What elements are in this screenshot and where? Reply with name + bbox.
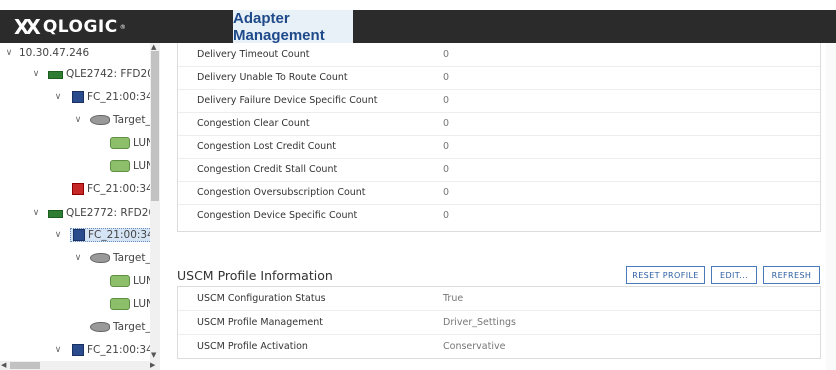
scroll-right-icon[interactable]: ▶	[150, 361, 155, 369]
table-row: Delivery Unable To Route Count 0	[178, 66, 820, 90]
uscm-field-value: Conservative	[443, 341, 506, 352]
tree-node-target[interactable]: ∨ Target_2	[72, 248, 158, 268]
tree-node-port[interactable]: FC_21:00:34:80	[72, 179, 160, 199]
stat-name: Congestion Oversubscription Count	[197, 187, 366, 198]
edit-button[interactable]: EDIT...	[711, 266, 757, 284]
stat-value: 0	[443, 72, 450, 83]
fc-port-error-icon	[72, 183, 84, 195]
uscm-field-value: Driver_Settings	[443, 317, 516, 328]
chevron-down-icon[interactable]: ∨	[52, 92, 64, 102]
tree-node-port-selected[interactable]: ∨ FC_21:00:34:80	[52, 225, 160, 245]
app-title-tab[interactable]: Adapter Management	[233, 10, 353, 44]
tree-node-lun[interactable]: LUN	[110, 156, 154, 176]
tree-node-label: 10.30.47.246	[19, 47, 90, 59]
table-row: Delivery Timeout Count 0	[178, 43, 820, 67]
uscm-field-name: USCM Profile Activation	[197, 341, 308, 352]
tree-hscroll-thumb[interactable]	[10, 362, 40, 369]
uscm-field-value: True	[443, 293, 464, 304]
chevron-down-icon[interactable]: ∨	[72, 115, 84, 125]
tree-vertical-scrollbar[interactable]: ▲ ▼	[150, 43, 160, 361]
top-header-bar: XX QLOGIC ®	[0, 10, 836, 43]
tree-node-label: QLE2742: FFD2024	[66, 68, 160, 80]
stat-value: 0	[443, 49, 450, 60]
statistics-table: Delivery Timeout Count 0 Delivery Unable…	[177, 43, 821, 232]
lun-icon	[110, 137, 130, 149]
chevron-down-icon[interactable]: ∨	[3, 48, 15, 58]
tree-scroll-thumb[interactable]	[151, 51, 159, 201]
table-row: Congestion Lost Credit Count 0	[178, 135, 820, 159]
tree-node-target[interactable]: Target_2	[90, 317, 157, 337]
reset-profile-button[interactable]: RESET PROFILE	[626, 266, 705, 284]
lun-icon	[110, 298, 130, 310]
stat-value: 0	[443, 210, 450, 221]
uscm-profile-table: USCM Configuration Status True USCM Prof…	[177, 286, 821, 359]
tree-node-adapter[interactable]: ∨ QLE2772: RFD2030	[30, 203, 160, 223]
tree-node-port[interactable]: ∨ FC_21:00:34:80	[52, 340, 160, 360]
tree-node-label: QLE2772: RFD2030	[66, 207, 160, 219]
table-row: Delivery Failure Device Specific Count 0	[178, 89, 820, 113]
adapter-tree-panel: ∨ 10.30.47.246 ∨ QLE2742: FFD2024 ∨ FC_2…	[0, 43, 160, 370]
stat-value: 0	[443, 187, 450, 198]
tree-node-target[interactable]: ∨ Target_5	[72, 110, 158, 130]
selected-node[interactable]: FC_21:00:34:80	[70, 228, 160, 242]
tree-node-lun[interactable]: LUN	[110, 294, 154, 314]
stat-name: Congestion Lost Credit Count	[197, 141, 336, 152]
stat-value: 0	[443, 164, 450, 175]
uscm-field-name: USCM Configuration Status	[197, 293, 326, 304]
uscm-field-name: USCM Profile Management	[197, 317, 323, 328]
chevron-down-icon[interactable]: ∨	[52, 345, 64, 355]
tree-node-adapter[interactable]: ∨ QLE2742: FFD2024	[30, 64, 160, 84]
lun-icon	[110, 160, 130, 172]
table-row: Congestion Credit Stall Count 0	[178, 158, 820, 182]
tree-node-lun[interactable]: LUN	[110, 133, 154, 153]
tree-node-lun[interactable]: LUN	[110, 271, 154, 291]
stat-value: 0	[443, 95, 450, 106]
table-row: Congestion Device Specific Count 0	[178, 204, 820, 227]
table-row: Congestion Oversubscription Count 0	[178, 181, 820, 205]
scroll-up-icon[interactable]: ▲	[151, 43, 156, 51]
tree-node-host[interactable]: ∨ 10.30.47.246	[3, 43, 89, 63]
lun-icon	[110, 275, 130, 287]
target-disk-icon	[90, 322, 110, 332]
table-row: USCM Profile Management Driver_Settings	[178, 311, 820, 335]
adapter-card-icon	[48, 70, 63, 79]
scroll-left-icon[interactable]: ◀	[1, 361, 6, 369]
fc-port-icon	[73, 229, 85, 241]
table-row: USCM Profile Activation Conservative	[178, 335, 820, 358]
chevron-down-icon[interactable]: ∨	[30, 208, 42, 218]
content-vertical-scrollbar[interactable]	[826, 43, 836, 370]
refresh-button[interactable]: REFRESH	[763, 266, 820, 284]
logo-trademark: ®	[119, 23, 126, 31]
tree-node-port[interactable]: ∨ FC_21:00:34:80	[52, 87, 160, 107]
tree-horizontal-scrollbar[interactable]: ◀ ▶	[0, 361, 160, 370]
qlogic-logo: XX QLOGIC ®	[14, 14, 126, 40]
table-row: Congestion Clear Count 0	[178, 112, 820, 136]
stat-name: Delivery Failure Device Specific Count	[197, 95, 378, 106]
chevron-down-icon[interactable]: ∨	[72, 253, 84, 263]
target-disk-icon	[90, 253, 110, 263]
fc-port-icon	[72, 91, 84, 103]
stat-name: Congestion Credit Stall Count	[197, 164, 338, 175]
target-disk-icon	[90, 115, 110, 125]
chevron-down-icon[interactable]: ∨	[52, 230, 64, 240]
stat-name: Delivery Unable To Route Count	[197, 72, 348, 83]
chevron-down-icon[interactable]: ∨	[30, 69, 42, 79]
uscm-section-title: USCM Profile Information	[177, 268, 333, 283]
table-row: USCM Configuration Status True	[178, 287, 820, 311]
adapter-card-icon	[48, 209, 63, 218]
logo-text: QLOGIC	[42, 17, 118, 37]
stat-name: Congestion Clear Count	[197, 118, 310, 129]
fc-port-icon	[72, 344, 84, 356]
qlogic-logo-mark-icon: XX	[14, 15, 41, 39]
stat-value: 0	[443, 118, 450, 129]
stat-name: Delivery Timeout Count	[197, 49, 310, 60]
stat-value: 0	[443, 141, 450, 152]
scroll-down-icon[interactable]: ▼	[151, 351, 156, 359]
stat-name: Congestion Device Specific Count	[197, 210, 358, 221]
